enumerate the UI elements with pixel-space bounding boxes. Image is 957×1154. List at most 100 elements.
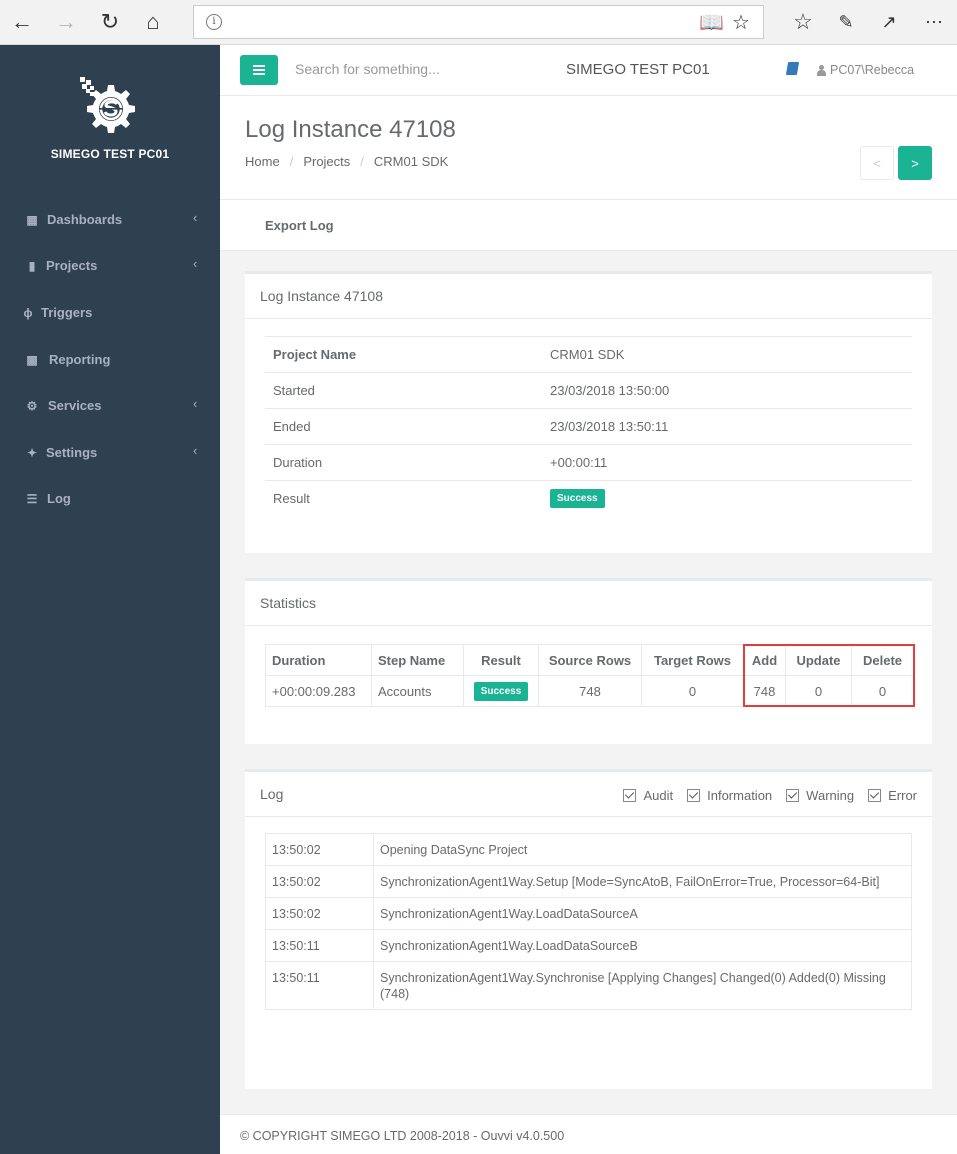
breadcrumb-separator: / bbox=[289, 154, 294, 169]
detail-value: +00:00:11 bbox=[542, 444, 912, 481]
filter-label: Warning bbox=[806, 788, 855, 803]
sidebar-item-services[interactable]: ⚙ Services ‹ bbox=[0, 386, 220, 426]
filter-label: Audit bbox=[643, 788, 674, 803]
detail-label: Started bbox=[265, 372, 542, 409]
filter-audit[interactable]: Audit bbox=[623, 788, 673, 803]
refresh-icon[interactable]: ↻ bbox=[96, 8, 124, 36]
sidebar-item-label: Services bbox=[48, 398, 102, 413]
chevron-left-icon: ‹ bbox=[193, 256, 198, 271]
filter-label: Information bbox=[707, 788, 773, 803]
filter-error[interactable]: Error bbox=[868, 788, 917, 803]
forward-arrow-icon[interactable]: → bbox=[52, 8, 80, 36]
book-icon[interactable] bbox=[785, 62, 800, 75]
column-header: Result bbox=[463, 644, 539, 676]
sidebar-item-label: Triggers bbox=[41, 305, 93, 320]
breadcrumb-home[interactable]: Home bbox=[245, 154, 280, 169]
sidebar-item-label: Dashboards bbox=[47, 212, 123, 227]
log-message: SynchronizationAgent1Way.Setup [Mode=Syn… bbox=[373, 865, 912, 898]
log-panel: Log Audit Information Warning Error 13:5… bbox=[245, 769, 932, 1089]
detail-value-cell: Success bbox=[542, 480, 912, 517]
address-bar[interactable]: i 📖 ☆ bbox=[193, 5, 764, 39]
log-time: 13:50:02 bbox=[265, 865, 374, 898]
sidebar-item-log[interactable]: ☰ Log bbox=[0, 479, 220, 519]
next-button[interactable]: > bbox=[898, 146, 932, 180]
export-log-button[interactable]: Export Log bbox=[265, 218, 334, 233]
page-heading: Log Instance 47108 Home / Projects / CRM01 S… bbox=[220, 96, 957, 200]
sidebar-item-label: Settings bbox=[46, 445, 98, 460]
search-input[interactable] bbox=[295, 61, 515, 77]
checkbox-checked-icon[interactable] bbox=[687, 789, 701, 802]
detail-value: 23/03/2018 13:50:11 bbox=[542, 408, 912, 445]
home-icon[interactable]: ⌂ bbox=[139, 8, 167, 36]
column-header: Source Rows bbox=[538, 644, 642, 676]
log-message: SynchronizationAgent1Way.LoadDataSourceB bbox=[373, 929, 912, 962]
sidebar-brand: SIMEGO TEST PC01 bbox=[50, 147, 170, 161]
top-navbar: SIMEGO TEST PC01 PC07\Rebecca bbox=[220, 45, 957, 96]
bolt-icon: ϕ bbox=[23, 306, 33, 320]
table-row: Project Name CRM01 SDK bbox=[265, 336, 912, 373]
detail-label: Project Name bbox=[265, 336, 542, 373]
checkbox-checked-icon[interactable] bbox=[623, 789, 637, 802]
update-count-cell: 0 bbox=[785, 675, 852, 707]
sidebar-item-label: Reporting bbox=[49, 352, 111, 367]
checkbox-checked-icon[interactable] bbox=[786, 789, 800, 802]
action-toolbar: Export Log bbox=[220, 200, 957, 251]
status-badge: Success bbox=[550, 489, 605, 509]
add-count-link[interactable]: 748 bbox=[743, 675, 786, 707]
reading-view-icon[interactable]: 📖 bbox=[699, 10, 724, 35]
log-entry: 13:50:02 SynchronizationAgent1Way.LoadDat… bbox=[265, 897, 912, 930]
back-arrow-icon[interactable]: ← bbox=[8, 8, 36, 36]
user-icon bbox=[817, 64, 826, 76]
detail-value: 23/03/2018 13:50:00 bbox=[542, 372, 912, 409]
details-table: Project Name CRM01 SDK Started 23/03/2018 … bbox=[265, 336, 912, 517]
log-instance-panel: Log Instance 47108 Project Name CRM01 SDK… bbox=[245, 271, 932, 553]
gears-icon: ⚙ bbox=[26, 399, 38, 413]
log-filters: Audit Information Warning Error bbox=[609, 788, 917, 803]
chevron-left-icon: ‹ bbox=[193, 210, 198, 225]
project-name-link[interactable]: CRM01 SDK bbox=[542, 336, 912, 373]
target-rows-cell: 0 bbox=[641, 675, 744, 707]
info-icon[interactable]: i bbox=[206, 14, 222, 30]
user-menu[interactable]: PC07\Rebecca bbox=[817, 63, 914, 77]
log-message: SynchronizationAgent1Way.Synchronise [Ap… bbox=[373, 961, 912, 1010]
statistics-table: Duration Step Name Result Source Rows Ta… bbox=[265, 644, 914, 707]
share-icon[interactable]: ↗ bbox=[875, 8, 903, 36]
breadcrumb: Home / Projects / CRM01 SDK bbox=[245, 154, 448, 169]
breadcrumb-projects[interactable]: Projects bbox=[303, 154, 350, 169]
column-header: Add bbox=[743, 644, 786, 676]
filter-warning[interactable]: Warning bbox=[786, 788, 854, 803]
panel-title: Statistics bbox=[260, 595, 317, 611]
sidebar-item-label: Log bbox=[47, 491, 71, 506]
star-icon[interactable]: ☆ bbox=[732, 10, 750, 35]
breadcrumb-separator: / bbox=[360, 154, 364, 169]
checkbox-checked-icon[interactable] bbox=[868, 789, 882, 802]
detail-label: Result bbox=[265, 480, 542, 517]
grid-icon: ▦ bbox=[26, 213, 38, 227]
list-icon: ☰ bbox=[26, 492, 38, 506]
table-row: Result Success bbox=[265, 480, 912, 517]
previous-button[interactable]: < bbox=[860, 146, 894, 180]
magic-wand-icon: ✦ bbox=[26, 446, 38, 460]
panel-title: Log Instance 47108 bbox=[260, 288, 383, 304]
log-time: 13:50:11 bbox=[265, 961, 374, 1010]
menu-toggle-button[interactable] bbox=[240, 55, 278, 85]
step-name-link[interactable]: Accounts bbox=[371, 675, 464, 707]
sidebar-item-projects[interactable]: ▮ Projects ‹ bbox=[0, 246, 220, 286]
sidebar-item-reporting[interactable]: ▩ Reporting bbox=[0, 340, 220, 380]
table-row: Started 23/03/2018 13:50:00 bbox=[265, 372, 912, 409]
source-rows-cell: 748 bbox=[538, 675, 642, 707]
favorites-list-icon[interactable]: ☆ bbox=[789, 8, 817, 36]
panel-header: Log Instance 47108 bbox=[245, 274, 932, 319]
more-icon[interactable]: ⋯ bbox=[920, 8, 948, 36]
status-badge: Success bbox=[473, 681, 529, 701]
column-header: Update bbox=[785, 644, 852, 676]
sidebar-item-triggers[interactable]: ϕ Triggers bbox=[0, 293, 220, 333]
pen-icon[interactable]: ✎ bbox=[832, 8, 860, 36]
sidebar-item-dashboards[interactable]: ▦ Dashboards ‹ bbox=[0, 200, 220, 240]
sidebar-item-settings[interactable]: ✦ Settings ‹ bbox=[0, 433, 220, 473]
filter-information[interactable]: Information bbox=[687, 788, 772, 803]
user-name: PC07\Rebecca bbox=[830, 63, 915, 77]
log-entry: 13:50:11 SynchronizationAgent1Way.LoadDat… bbox=[265, 929, 912, 962]
panel-header: Log Audit Information Warning Error bbox=[245, 772, 932, 817]
footer: © COPYRIGHT SIMEGO LTD 2008-2018 - Ouvvi… bbox=[220, 1114, 957, 1154]
